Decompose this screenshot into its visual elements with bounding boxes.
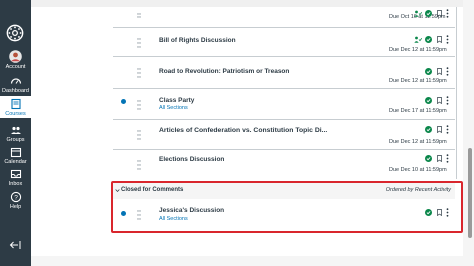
discussion-title[interactable]: Articles of Confederation vs. Constituti…: [159, 127, 327, 134]
assign-to-icon[interactable]: [414, 10, 422, 17]
kebab-menu-icon[interactable]: [446, 154, 449, 163]
kebab-menu-icon[interactable]: [446, 67, 449, 76]
nav-inbox[interactable]: Inbox: [0, 168, 31, 187]
subscribe-bookmark-icon[interactable]: [437, 68, 442, 75]
due-date: Due Dec 10 at 11:59pm: [389, 167, 447, 173]
subscribe-bookmark-icon[interactable]: [437, 155, 442, 162]
collapse-nav-icon[interactable]: [9, 240, 21, 250]
discussion-row[interactable]: Elections Discussion Due Dec 10 at 11:59…: [113, 149, 455, 180]
calendar-icon: [10, 147, 21, 158]
nav-groups-label: Groups: [6, 137, 25, 143]
discussion-row[interactable]: Articles of Confederation vs. Constituti…: [113, 119, 455, 150]
nav-dashboard-label: Dashboard: [2, 88, 29, 94]
scrollbar-thumb[interactable]: [468, 148, 472, 238]
discussion-title[interactable]: Class Party: [159, 97, 194, 104]
groups-icon: [10, 126, 21, 134]
drag-handle-icon[interactable]: [137, 160, 141, 170]
subscribe-bookmark-icon[interactable]: [437, 36, 442, 43]
discussion-title[interactable]: Bill of Rights Discussion: [159, 37, 236, 44]
discussion-title[interactable]: Road to Revolution: Patriotism or Treaso…: [159, 68, 289, 75]
top-bar: [31, 0, 474, 7]
published-check-icon[interactable]: [425, 97, 432, 104]
discussion-row[interactable]: Bill of Rights Discussion Due Dec 12 at …: [113, 27, 455, 57]
nav-calendar[interactable]: Calendar: [0, 146, 31, 165]
canvas-logo-icon[interactable]: [6, 24, 24, 42]
drag-handle-icon[interactable]: [137, 99, 141, 110]
svg-text:?: ?: [14, 194, 18, 201]
nav-help-label: Help: [9, 204, 22, 210]
help-icon: ?: [10, 191, 21, 203]
nav-calendar-label: Calendar: [4, 159, 27, 165]
nav-help[interactable]: ? Help: [0, 191, 31, 210]
dashboard-icon: [10, 78, 21, 84]
discussion-row[interactable]: Road to Revolution: Patriotism or Treaso…: [113, 56, 455, 89]
kebab-menu-icon[interactable]: [446, 125, 449, 134]
global-nav: Account Dashboard Courses Groups Calenda…: [0, 0, 31, 266]
due-date: Due Dec 17 at 11:59pm: [389, 108, 447, 114]
nav-courses-label: Courses: [5, 111, 26, 117]
discussion-row[interactable]: Due Oct 16 at 11:59pm: [113, 7, 455, 27]
published-check-icon[interactable]: [425, 10, 432, 17]
nav-inbox-label: Inbox: [8, 181, 23, 187]
subscribe-bookmark-icon[interactable]: [437, 97, 442, 104]
section-link[interactable]: All Sections: [159, 105, 188, 111]
nav-dashboard[interactable]: Dashboard: [0, 75, 31, 94]
drag-handle-icon[interactable]: [137, 13, 141, 23]
kebab-menu-icon[interactable]: [446, 96, 449, 105]
unread-indicator: [121, 99, 126, 104]
drag-handle-icon[interactable]: [137, 37, 141, 48]
nav-groups[interactable]: Groups: [0, 124, 31, 143]
subscribe-bookmark-icon[interactable]: [437, 10, 442, 17]
nav-account-label: Account: [5, 64, 26, 70]
drag-handle-icon[interactable]: [137, 130, 141, 140]
published-check-icon[interactable]: [425, 126, 432, 133]
published-check-icon[interactable]: [425, 155, 432, 162]
nav-account[interactable]: Account: [0, 50, 31, 70]
due-date: Due Dec 12 at 11:59pm: [389, 78, 447, 84]
discussion-title[interactable]: Elections Discussion: [159, 156, 224, 163]
bottom-gutter: [31, 256, 474, 266]
discussion-row[interactable]: Class Party All Sections Due Dec 17 at 1…: [113, 88, 455, 120]
drag-handle-icon[interactable]: [137, 68, 141, 78]
due-date: Due Dec 12 at 11:59pm: [389, 139, 447, 145]
assign-to-icon[interactable]: [414, 36, 422, 43]
courses-icon: [10, 98, 21, 110]
due-date: Due Dec 12 at 11:59pm: [389, 47, 447, 53]
kebab-menu-icon[interactable]: [446, 35, 449, 44]
avatar-icon: [9, 50, 22, 63]
published-check-icon[interactable]: [425, 36, 432, 43]
inbox-icon: [10, 169, 21, 179]
kebab-menu-icon[interactable]: [446, 9, 449, 18]
highlight-box: [111, 181, 463, 233]
published-check-icon[interactable]: [425, 68, 432, 75]
subscribe-bookmark-icon[interactable]: [437, 126, 442, 133]
nav-courses[interactable]: Courses: [0, 96, 31, 118]
